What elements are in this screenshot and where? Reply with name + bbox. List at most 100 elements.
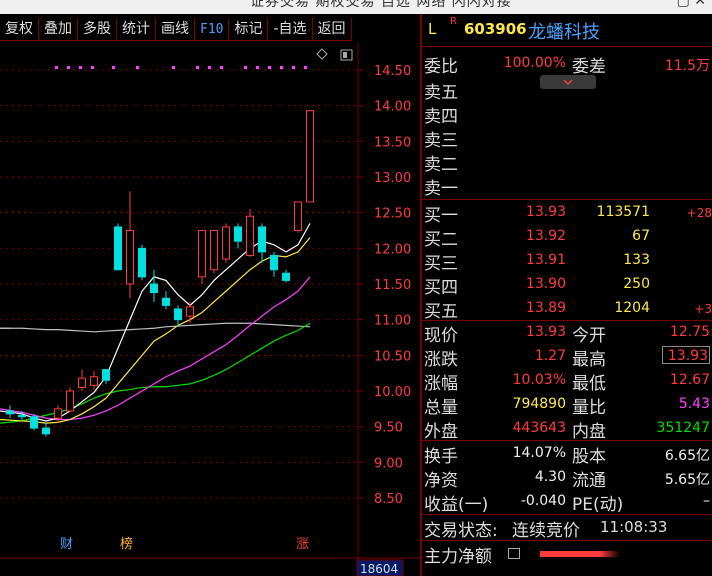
stat-row-eps: 收益(一) -0.040 PE(动) –: [422, 490, 712, 515]
ma60-line: [0, 322, 311, 424]
buy-1-label: 买一: [424, 206, 458, 226]
signal-dot: [304, 66, 307, 69]
y-tick-label: 9.00: [374, 456, 403, 471]
buy-2-volume: 67: [632, 228, 650, 244]
stat-row-pct: 涨幅 10.03% 最低 12.67: [422, 369, 712, 394]
mark-button[interactable]: 标记: [229, 18, 269, 41]
buy-3-price: 13.91: [525, 252, 566, 268]
y-tick-label: 14.00: [374, 100, 411, 115]
buy-1-row[interactable]: 买一 13.93 113571 +28: [422, 201, 712, 226]
candle-body: [306, 110, 314, 203]
main-flow-bar-fade: [600, 551, 620, 557]
change-pct-value: 10.03%: [512, 372, 566, 388]
draw-line-button[interactable]: 画线: [156, 18, 195, 41]
share-capital-value: 6.65亿: [664, 448, 710, 464]
sell-4-row: 卖四: [422, 102, 712, 127]
wei-cha-value: 11.5万: [664, 58, 710, 74]
stat-row-change: 涨跌 1.27 最高 13.93: [422, 345, 712, 370]
share-capital-label: 股本: [572, 447, 606, 467]
buy-5-label: 买五: [424, 302, 458, 322]
buy-1-price: 13.93: [525, 204, 566, 220]
y-tick-label: 11.00: [374, 314, 411, 329]
signal-dot: [91, 66, 94, 69]
y-tick-label: 9.50: [374, 421, 403, 436]
candle-body: [114, 226, 122, 271]
overlay-button[interactable]: 叠加: [39, 18, 78, 41]
window-controls[interactable]: ▢ ✕: [677, 0, 706, 9]
signal-dot: [172, 66, 175, 69]
sell-2-label: 卖二: [424, 155, 458, 175]
candle-body: [90, 376, 98, 386]
buy-1-change: +28: [686, 206, 712, 220]
buy-3-volume: 133: [623, 252, 650, 268]
divider: [422, 540, 712, 541]
signal-dot: [292, 66, 295, 69]
back-button[interactable]: 返回: [312, 18, 352, 41]
trade-status-label: 交易状态:: [424, 521, 498, 541]
open-label: 今开: [572, 326, 606, 346]
change-pct-label: 涨幅: [424, 374, 458, 394]
candle-body: [126, 230, 134, 285]
ma20-line: [0, 276, 311, 421]
ma120-line: [0, 322, 311, 333]
candle-body: [210, 230, 218, 271]
buy-4-volume: 250: [623, 276, 650, 292]
signal-dot: [112, 66, 115, 69]
divider: [422, 440, 712, 441]
candle-body: [78, 377, 86, 388]
f10-button[interactable]: F10: [195, 18, 230, 41]
y-tick-label: 12.50: [374, 207, 411, 222]
stock-header: L R 603906 龙蟠科技: [422, 16, 712, 44]
y-tick-label: 10.00: [374, 385, 411, 400]
buy-4-label: 买四: [424, 278, 458, 298]
sell-3-label: 卖三: [424, 131, 458, 151]
sell-5-row: 卖五: [422, 78, 712, 103]
float-shares-value: 5.65亿: [664, 472, 710, 488]
volume-ratio-value: 5.43: [678, 396, 710, 412]
list-icon[interactable]: [508, 548, 520, 559]
pe-value: –: [703, 493, 710, 509]
y-tick-label: 13.00: [374, 171, 411, 186]
y-tick-label: 10.50: [374, 349, 411, 364]
buy-5-row[interactable]: 买五 13.89 1204 +3: [422, 297, 712, 322]
buy-2-row[interactable]: 买二 13.92 67: [422, 225, 712, 250]
ma10-line: [0, 237, 311, 424]
outer-pan-value: 443643: [512, 420, 566, 436]
limit-up-marker: 涨: [296, 537, 309, 552]
sell-1-row: 卖一: [422, 174, 712, 199]
candle-body: [294, 201, 302, 231]
candle-body: [138, 247, 146, 278]
signal-dot: [79, 66, 82, 69]
main-flow-row: 主力净额: [422, 542, 712, 567]
turnover-value: 14.07%: [512, 445, 566, 461]
net-asset-label: 净资: [424, 471, 458, 491]
stock-code: 603906: [464, 20, 527, 38]
pe-label: PE(动): [572, 495, 624, 515]
inner-pan-label: 内盘: [572, 422, 606, 442]
candle-body: [282, 272, 290, 281]
ma5-line: [0, 223, 311, 422]
window-menu-fragment: 证券交易 期权交易 自选 网络 闪闪对接: [250, 0, 512, 10]
remove-watchlist-button[interactable]: -自选: [268, 18, 313, 41]
signal-dot: [280, 66, 283, 69]
stat-row-pan: 外盘 443643 内盘 351247: [422, 417, 712, 442]
candle-body: [102, 369, 110, 381]
outer-pan-label: 外盘: [424, 422, 458, 442]
buy-2-label: 买二: [424, 230, 458, 250]
sell-3-row: 卖三: [422, 126, 712, 151]
restore-rights-button[interactable]: 复权: [0, 18, 39, 41]
kline-chart[interactable]: 14.50 14.00 13.50 13.00 12.50 12.00 11.50 11.00…: [0, 43, 420, 576]
y-tick-label: 14.50: [374, 64, 411, 79]
y-tick-label: 8.50: [374, 492, 403, 507]
buy-1-volume: 113571: [596, 204, 650, 220]
y-tick-label: 11.50: [374, 278, 411, 293]
multi-stock-button[interactable]: 多股: [78, 18, 117, 41]
statistics-button[interactable]: 统计: [117, 18, 156, 41]
buy-3-row[interactable]: 买三 13.91 133: [422, 249, 712, 274]
y-tick-label: 13.50: [374, 135, 411, 150]
signal-dot: [256, 66, 259, 69]
net-asset-value: 4.30: [534, 469, 566, 485]
buy-4-row[interactable]: 买四 13.90 250: [422, 273, 712, 298]
stat-row-netasset: 净资 4.30 流通 5.65亿: [422, 466, 712, 491]
eps-label: 收益(一): [424, 495, 489, 515]
